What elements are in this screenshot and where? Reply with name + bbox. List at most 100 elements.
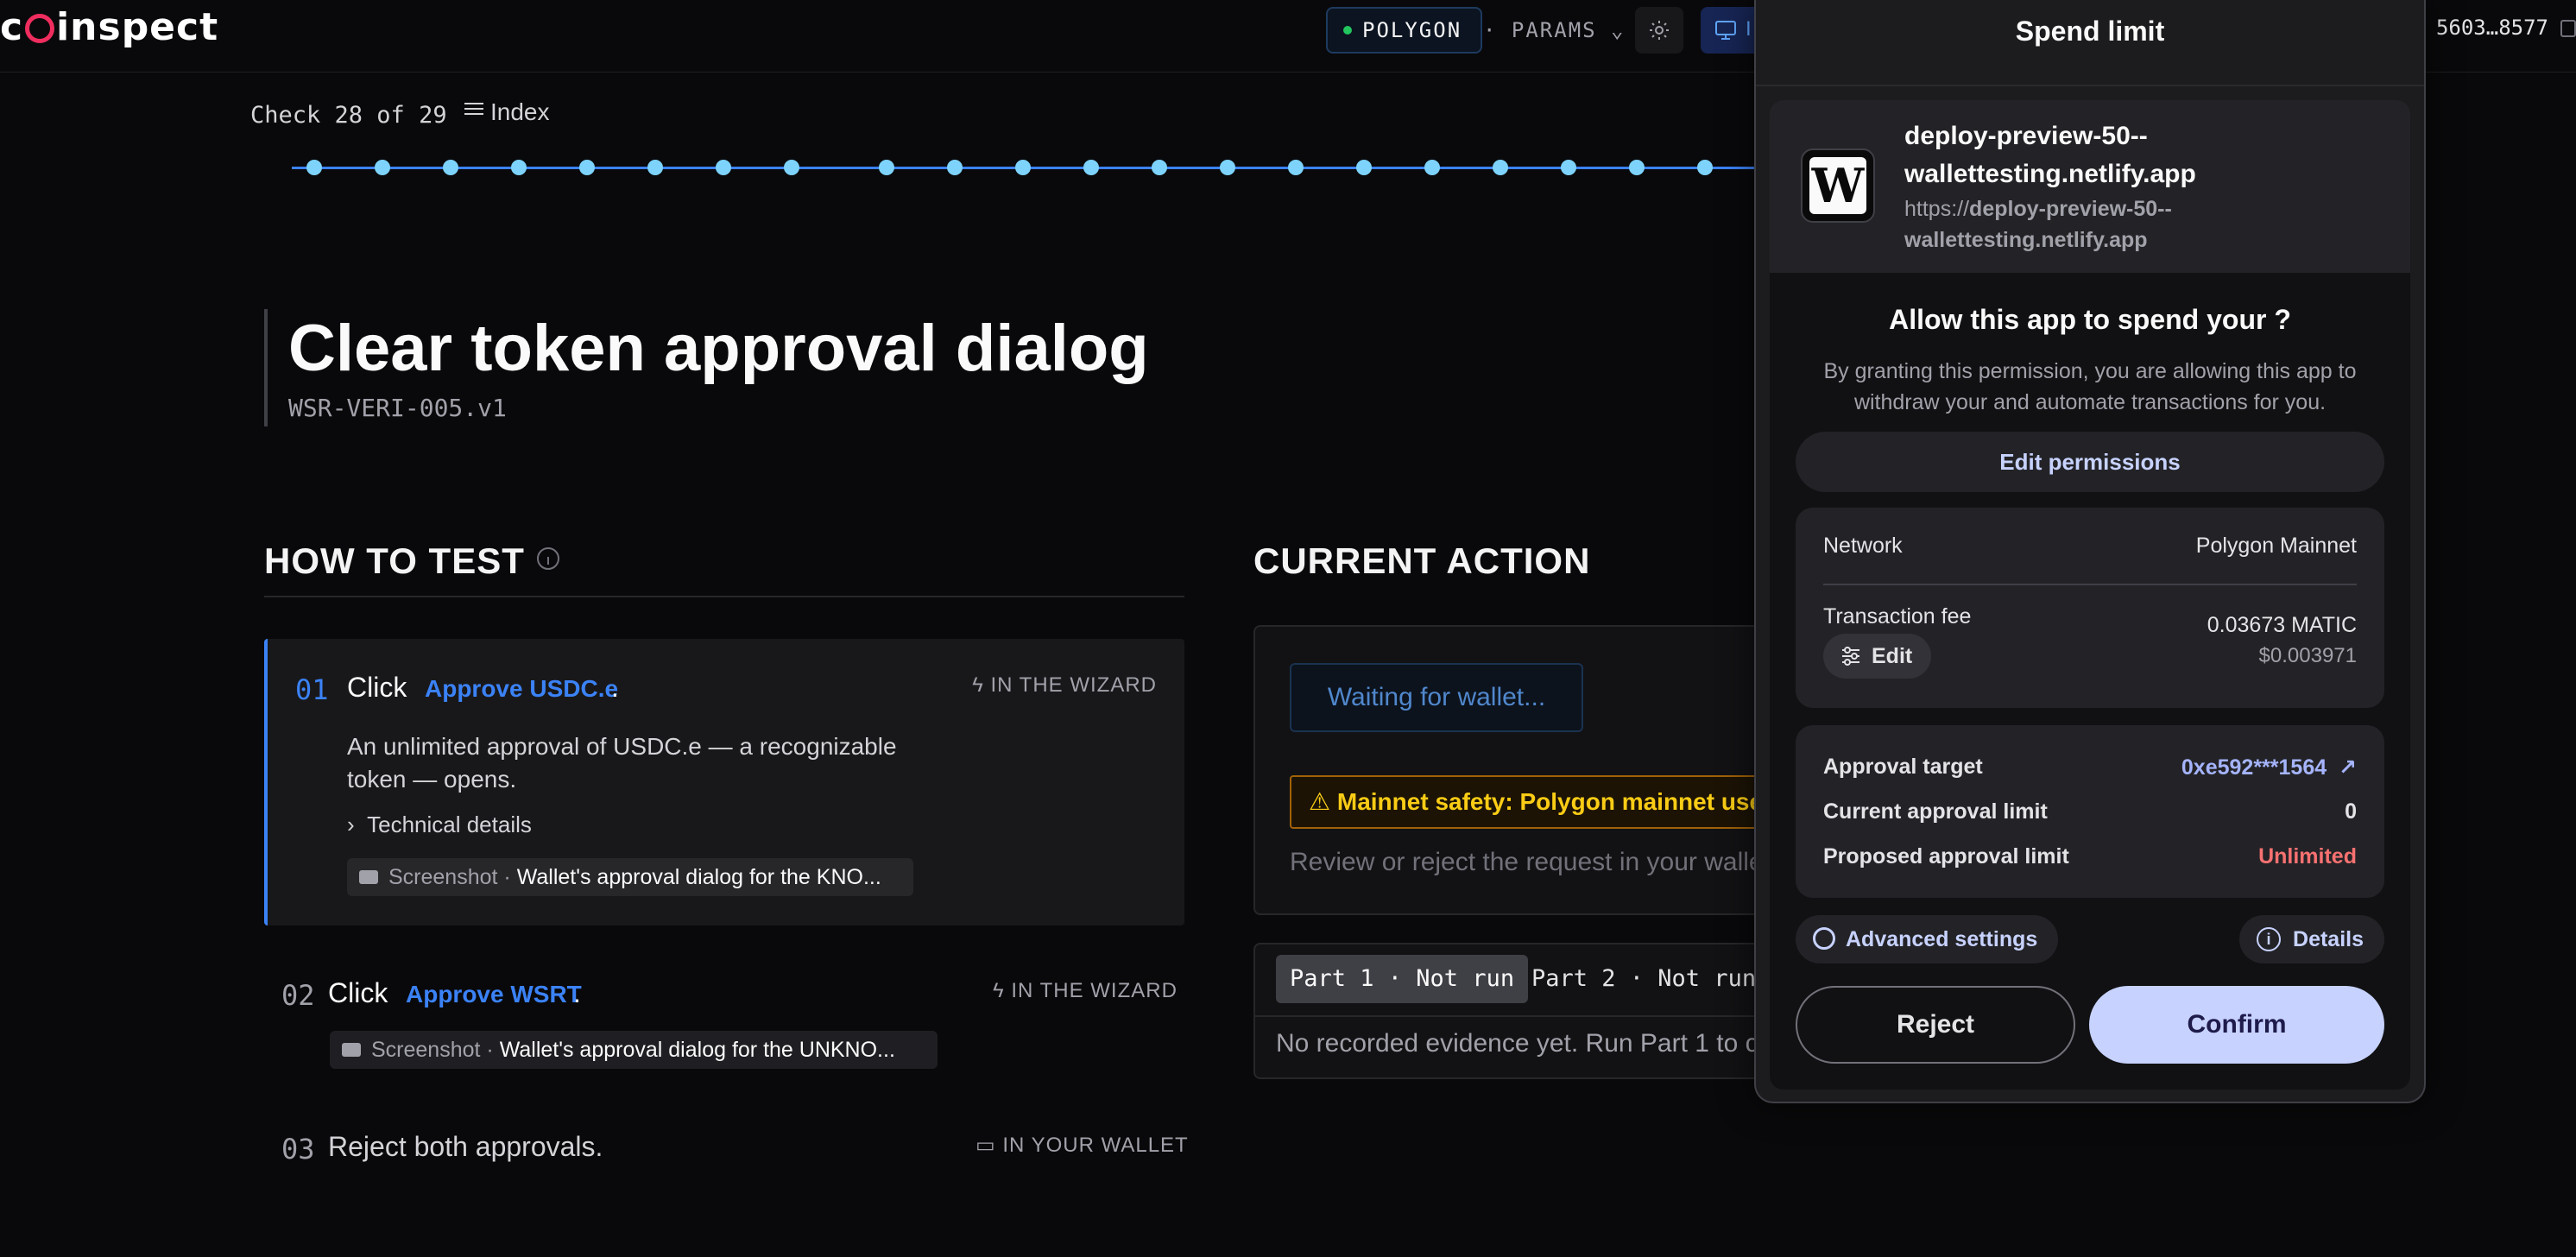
step-verb: Click (328, 977, 388, 1008)
tag-label: IN YOUR WALLET (1002, 1134, 1189, 1157)
monitor-icon (1715, 21, 1736, 40)
app-logo-icon: W (1809, 157, 1866, 214)
tab-part-1[interactable]: Part 1 · Not run (1276, 955, 1529, 1003)
mainnet-safety-warning: ⚠ Mainnet safety: Polygon mainnet uses (1290, 775, 1770, 829)
approval-target-link[interactable]: 0xe592***1564 ↗ (2181, 755, 2357, 780)
tag-label: IN THE WIZARD (1011, 979, 1178, 1002)
how-to-test-heading: HOW TO TEST (264, 540, 559, 582)
divider (1756, 85, 2424, 86)
reject-button[interactable]: Reject (1796, 986, 2075, 1064)
progress-step-dot[interactable] (443, 160, 458, 175)
app-url: https://deploy-preview-50--wallettesting… (1904, 193, 2319, 256)
tab-part-2[interactable]: Part 2 · Not run (1531, 955, 1756, 1003)
progress-step-dot[interactable] (1152, 160, 1167, 175)
monitor-label: I (1746, 17, 1752, 41)
step-text: Reject both approvals. (328, 1131, 603, 1162)
app-url-prefix: https:// (1904, 197, 1970, 221)
progress-step-dot[interactable] (1424, 160, 1440, 175)
params-dropdown[interactable]: · PARAMS ⌄ (1483, 7, 1626, 54)
progress-step-dot[interactable] (784, 160, 799, 175)
edit-fee-button[interactable]: Edit (1823, 634, 1932, 679)
progress-step-dot[interactable] (716, 160, 731, 175)
camera-icon (359, 870, 378, 884)
progress-step-dot[interactable] (511, 160, 527, 175)
chevron-down-icon: ⌄ (1611, 18, 1626, 42)
progress-step-dot[interactable] (1015, 160, 1031, 175)
step-number: 02 (281, 979, 315, 1012)
app-icon: W (1801, 148, 1875, 223)
network-value: Polygon Mainnet (2195, 534, 2357, 558)
index-label: Index (490, 98, 550, 125)
confirm-button[interactable]: Confirm (2089, 986, 2384, 1064)
test-id: WSR-VERI-005.v1 (288, 394, 507, 422)
waiting-for-wallet-button[interactable]: Waiting for wallet... (1290, 663, 1583, 732)
technical-details-label: Technical details (367, 812, 532, 837)
modal-title: Spend limit (2015, 16, 2165, 47)
info-icon: i (2257, 927, 2282, 951)
network-label: Network (1823, 534, 1903, 558)
details-button[interactable]: i Details (2239, 915, 2384, 963)
progress-step-dot[interactable] (879, 160, 894, 175)
network-label: POLYGON (1362, 18, 1462, 42)
wallet-address-text: 5603…8577 (2435, 16, 2548, 40)
page-title: Clear token approval dialog (288, 312, 1149, 385)
current-action-heading: CURRENT ACTION (1253, 540, 1591, 581)
current-limit-value: 0 (2345, 799, 2357, 824)
approval-target-label: Approval target (1823, 755, 1983, 779)
progress-step-dot[interactable] (1629, 160, 1645, 175)
step-1-card: 01 Click Approve USDC.e . ϟ IN THE WIZAR… (264, 639, 1184, 925)
list-icon (464, 99, 483, 118)
progress-step-dot[interactable] (1356, 160, 1372, 175)
coinspect-logo[interactable]: c inspect (0, 5, 218, 49)
progress-step-dot[interactable] (375, 160, 390, 175)
progress-step-dot[interactable] (947, 160, 963, 175)
network-chip[interactable]: POLYGON (1326, 7, 1483, 54)
gear-icon (1813, 927, 1835, 950)
step-suffix: . (611, 672, 619, 703)
advanced-settings-label: Advanced settings (1846, 927, 2038, 951)
index-link[interactable]: Index (464, 98, 550, 126)
screenshot-chip[interactable]: Screenshot · Wallet's approval dialog fo… (347, 858, 913, 896)
screenshot-text: Wallet's approval dialog for the KNO... (516, 865, 881, 889)
progress-step-dot[interactable] (647, 160, 663, 175)
wallet-address[interactable]: 5603…8577 (2436, 16, 2576, 40)
advanced-settings-button[interactable]: Advanced settings (1796, 915, 2059, 963)
progress-step-dot[interactable] (579, 160, 595, 175)
progress-step-dot[interactable] (1697, 160, 1713, 175)
progress-step-dot[interactable] (1561, 160, 1576, 175)
proposed-limit-value: Unlimited (2258, 844, 2357, 869)
logo-o-icon (25, 14, 55, 43)
step-location-tag: ϟ IN THE WIZARD (993, 979, 1178, 1003)
screenshot-key: Screenshot (388, 865, 498, 889)
screenshot-chip[interactable]: Screenshot · Wallet's approval dialog fo… (330, 1031, 938, 1069)
wallet-icon: ▭ (975, 1134, 1003, 1157)
progress-step-dot[interactable] (1288, 160, 1304, 175)
network-fee-box: Network Polygon Mainnet Transaction fee … (1796, 508, 2384, 708)
approve-usdce-link[interactable]: Approve USDC.e (425, 675, 618, 703)
approval-details-box: Approval target 0xe592***1564 ↗ Current … (1796, 725, 2384, 898)
progress-step-dot[interactable] (1220, 160, 1235, 175)
proposed-limit-label: Proposed approval limit (1823, 844, 2069, 869)
camera-icon (342, 1043, 361, 1057)
chevron-right-icon: › (347, 812, 368, 837)
copy-icon[interactable] (2560, 20, 2576, 37)
progress-step-dot[interactable] (306, 160, 322, 175)
test-header: Clear token approval dialog WSR-VERI-005… (264, 309, 1149, 426)
allow-description: By granting this permission, you are all… (1823, 359, 2357, 414)
modal-body: W deploy-preview-50--wallettesting.netli… (1770, 100, 2410, 1090)
technical-details-toggle[interactable]: › Technical details (347, 812, 532, 838)
step-location-tag: ϟ IN THE WIZARD (972, 673, 1157, 698)
check-counter: Check 28 of 29 (250, 102, 447, 129)
divider (1823, 584, 2357, 585)
info-icon[interactable] (536, 547, 559, 570)
edit-label: Edit (1872, 644, 1913, 668)
allow-heading: Allow this app to spend your ? (1889, 304, 2291, 335)
approve-wsrt-link[interactable]: Approve WSRT (406, 981, 582, 1008)
progress-step-dot[interactable] (1493, 160, 1508, 175)
progress-step-dot[interactable] (1083, 160, 1099, 175)
current-action-card: Waiting for wallet... ⚠ Mainnet safety: … (1253, 625, 1771, 915)
edit-permissions-button[interactable]: Edit permissions (1796, 432, 2384, 492)
step-suffix: . (573, 977, 581, 1008)
device-mode-button[interactable]: I (1701, 7, 1761, 54)
theme-toggle-button[interactable] (1635, 7, 1683, 54)
